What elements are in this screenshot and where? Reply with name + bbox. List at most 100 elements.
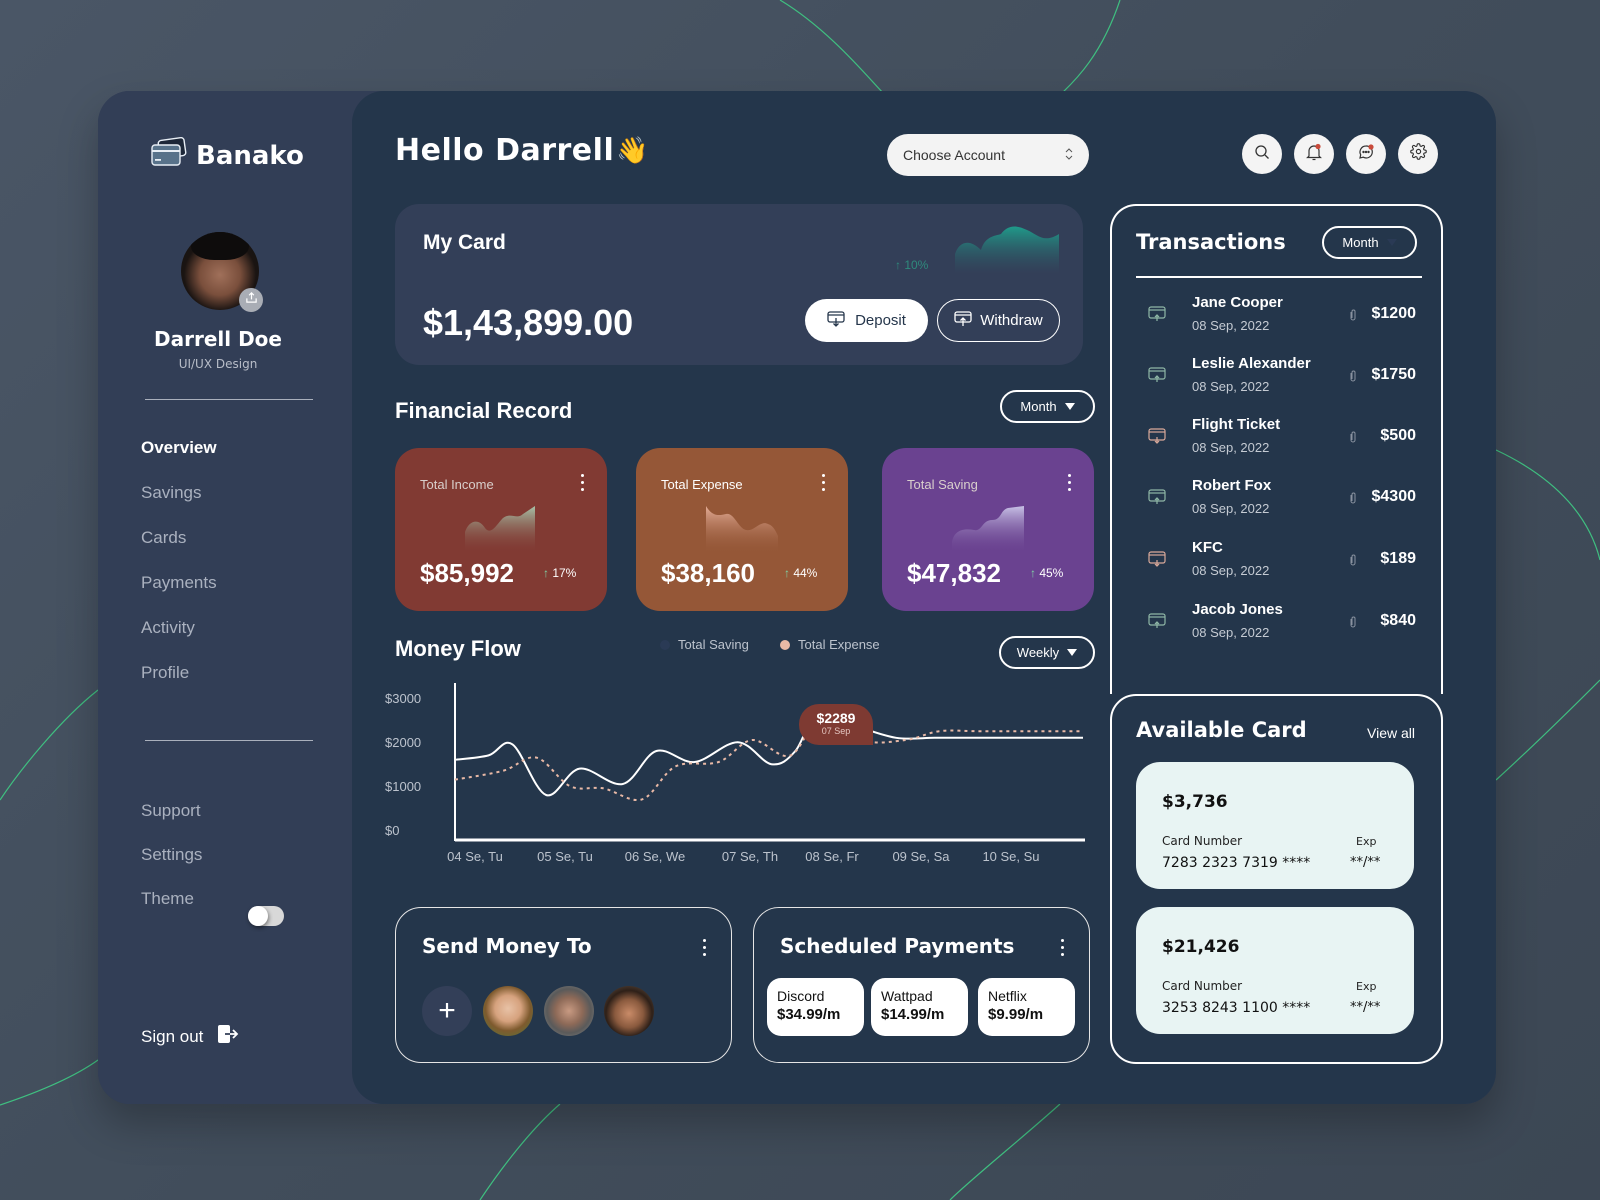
deposit-label: Deposit (855, 312, 906, 329)
brand-name: Banako (196, 140, 304, 171)
updown-chevron-icon (1065, 147, 1073, 163)
payment-price: $34.99/m (777, 1006, 841, 1023)
search-button[interactable] (1242, 134, 1282, 174)
transaction-row[interactable]: Flight Ticket 08 Sep, 2022 $500 (1136, 416, 1416, 466)
toggle-knob (248, 906, 268, 926)
legend-label: Total Saving (678, 637, 749, 652)
caret-down-icon (1067, 649, 1078, 656)
card-amount: $38,160 (661, 558, 755, 588)
user-name: Darrell Doe (154, 327, 282, 351)
card-trend: ↑ 45% (1030, 566, 1064, 580)
legend-label: Total Expense (798, 637, 880, 652)
nav-activity[interactable]: Activity (141, 618, 217, 663)
sidebar: Banako Darrell Doe UI/UX Design Overview… (98, 91, 352, 1104)
nav-payments[interactable]: Payments (141, 573, 217, 618)
available-card-title: Available Card (1136, 718, 1307, 742)
card-exp-label: Exp (1356, 835, 1377, 848)
theme-toggle[interactable] (248, 906, 284, 926)
bank-card[interactable]: $21,426 Card Number 3253 8243 1100 **** … (1136, 907, 1414, 1034)
transaction-date: 08 Sep, 2022 (1192, 501, 1270, 516)
view-all-link[interactable]: View all (1367, 725, 1415, 741)
more-options-icon[interactable] (703, 939, 707, 960)
my-card-trend: ↑ 10% (895, 258, 929, 272)
y-tick-label: $2000 (385, 735, 421, 750)
my-card-title: My Card (423, 231, 506, 254)
payment-price: $14.99/m (881, 1006, 945, 1023)
total-income-card[interactable]: Total Income $85,992 ↑ 17% (395, 448, 607, 611)
more-options-icon[interactable] (822, 474, 826, 495)
primary-nav: Overview Savings Cards Payments Activity… (141, 438, 217, 708)
waving-hand-icon: 👋 (616, 135, 649, 165)
money-flow-filter[interactable]: Weekly (999, 636, 1095, 669)
add-contact-button[interactable]: + (422, 986, 472, 1036)
attachment-icon (1350, 369, 1356, 387)
profile-avatar[interactable] (181, 232, 263, 312)
logout-icon (217, 1024, 239, 1049)
more-options-icon[interactable] (1068, 474, 1072, 495)
transaction-name: Robert Fox (1192, 477, 1272, 494)
transaction-amount: $1200 (1371, 305, 1417, 322)
contact-avatar[interactable] (483, 986, 533, 1036)
search-icon (1254, 144, 1270, 165)
nav-overview[interactable]: Overview (141, 438, 217, 483)
card-label: Total Income (420, 477, 494, 492)
greeting-heading: Hello Darrell (395, 133, 615, 168)
withdraw-button[interactable]: Withdraw (937, 299, 1060, 342)
total-expense-card[interactable]: Total Expense $38,160 ↑ 44% (636, 448, 848, 611)
brand-logo[interactable]: Banako (150, 136, 304, 174)
nav-settings[interactable]: Settings (141, 845, 202, 889)
x-tick-label: 05 Se, Tu (537, 849, 593, 864)
transaction-name: Flight Ticket (1192, 416, 1281, 433)
transaction-row[interactable]: KFC 08 Sep, 2022 $189 (1136, 539, 1416, 589)
legend-total-saving: Total Saving (660, 637, 749, 652)
my-card-sparkline (955, 226, 1059, 274)
transaction-row[interactable]: Leslie Alexander 08 Sep, 2022 $1750 (1136, 355, 1416, 405)
attachment-icon (1350, 553, 1356, 571)
nav-support[interactable]: Support (141, 801, 202, 845)
sign-out-button[interactable]: Sign out (141, 1024, 239, 1049)
transaction-name: Jane Cooper (1192, 294, 1283, 311)
x-tick-label: 04 Se, Tu (447, 849, 503, 864)
more-options-icon[interactable] (1061, 939, 1065, 960)
messages-button[interactable] (1346, 134, 1386, 174)
nav-savings[interactable]: Savings (141, 483, 217, 528)
transaction-row[interactable]: Robert Fox 08 Sep, 2022 $4300 (1136, 477, 1416, 527)
send-money-title: Send Money To (422, 934, 592, 958)
transactions-filter[interactable]: Month (1322, 226, 1417, 259)
card-label: Total Expense (661, 477, 743, 492)
theme-label: Theme (141, 889, 194, 908)
tooltip-date: 07 Sep (821, 726, 851, 736)
transaction-row[interactable]: Jacob Jones 08 Sep, 2022 $840 (1136, 601, 1416, 651)
transactions-title: Transactions (1136, 230, 1286, 254)
payment-price: $9.99/m (988, 1006, 1044, 1023)
transaction-amount: $189 (1380, 550, 1416, 567)
settings-button[interactable] (1398, 134, 1438, 174)
notifications-button[interactable] (1294, 134, 1334, 174)
send-icon (1148, 551, 1166, 572)
nav-cards[interactable]: Cards (141, 528, 217, 573)
filter-label: Month (1342, 235, 1379, 250)
total-saving-card[interactable]: Total Saving $47,832 ↑ 45% (882, 448, 1094, 611)
money-flow-title: Money Flow (395, 636, 521, 661)
transaction-amount: $840 (1380, 612, 1416, 629)
contact-avatar[interactable] (544, 986, 594, 1036)
legend-total-expense: Total Expense (780, 637, 880, 652)
more-options-icon[interactable] (581, 474, 585, 495)
transaction-row[interactable]: Jane Cooper 08 Sep, 2022 $1200 (1136, 294, 1416, 344)
tooltip-value: $2289 (816, 710, 856, 726)
bank-card[interactable]: $3,736 Card Number 7283 2323 7319 **** E… (1136, 762, 1414, 889)
choose-account-select[interactable]: Choose Account (887, 134, 1089, 176)
scheduled-payment-item[interactable]: Discord $34.99/m (767, 978, 864, 1036)
caret-down-icon (1064, 403, 1075, 410)
upload-photo-button[interactable] (239, 288, 263, 312)
deposit-button[interactable]: Deposit (805, 299, 928, 342)
money-flow-chart: $0 $1000 $2000 $3000 04 Se, Tu 05 Se, Tu 06 Se… (385, 683, 1085, 864)
financial-record-filter[interactable]: Month (1000, 390, 1095, 423)
nav-profile[interactable]: Profile (141, 663, 217, 708)
scheduled-payment-item[interactable]: Wattpad $14.99/m (871, 978, 968, 1036)
transaction-date: 08 Sep, 2022 (1192, 625, 1270, 640)
scheduled-payment-item[interactable]: Netflix $9.99/m (978, 978, 1075, 1036)
withdraw-icon (954, 310, 972, 331)
caret-down-icon (1386, 239, 1397, 246)
contact-avatar[interactable] (604, 986, 654, 1036)
